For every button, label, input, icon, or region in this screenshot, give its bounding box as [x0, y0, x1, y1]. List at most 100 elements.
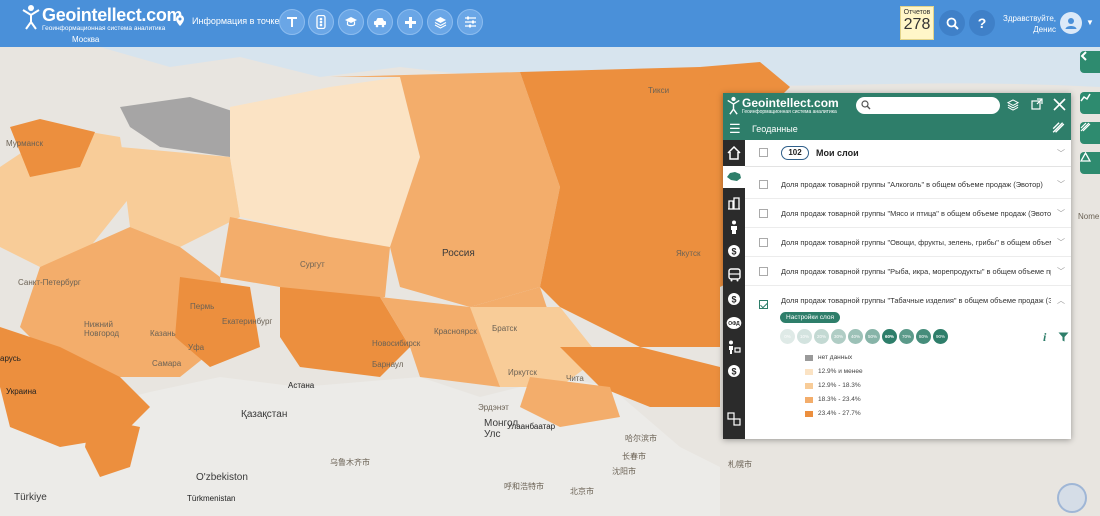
side-tab-triangle[interactable] — [1080, 152, 1100, 174]
my-layers-row[interactable]: 102 Мои слои ﹀ — [745, 140, 1071, 167]
chevron-down-icon[interactable]: ﹀ — [1057, 237, 1065, 248]
text-tool-button[interactable] — [279, 9, 305, 35]
text-tool-icon — [287, 17, 297, 27]
rail-ofd-icon[interactable]: ОФД — [726, 315, 742, 331]
layer-row[interactable]: Доля продаж товарной группы "Мясо и птиц… — [745, 199, 1071, 228]
search-button[interactable] — [939, 10, 965, 36]
opacity-step[interactable]: 40% — [848, 329, 863, 344]
map-label-krasnoyarsk: Красноярск — [434, 327, 477, 336]
layer-settings-button[interactable]: Настройки слоя — [780, 312, 840, 323]
layers-icon — [434, 16, 446, 29]
panel-popout-icon[interactable] — [1031, 98, 1043, 110]
trend-chart-icon — [1080, 93, 1091, 102]
legend-item: 12.9% и менее — [805, 367, 925, 378]
opacity-step[interactable]: 10% — [797, 329, 812, 344]
layer-row[interactable]: Доля продаж товарной группы "Алкоголь" в… — [745, 170, 1071, 199]
map-label-murmansk: Мурманск — [6, 139, 43, 148]
map-label-surgut: Сургут — [300, 260, 325, 269]
map-label-ekb: Екатеринбург — [222, 317, 273, 326]
legend-label: 23.4% - 27.7% — [818, 410, 861, 417]
layer-label: Доля продаж товарной группы "Мясо и птиц… — [781, 209, 1051, 218]
opacity-step[interactable]: 30% — [831, 329, 846, 344]
layers-button[interactable] — [427, 9, 453, 35]
education-button[interactable] — [338, 9, 364, 35]
opacity-step[interactable]: 90% — [933, 329, 948, 344]
my-layers-checkbox[interactable] — [759, 148, 768, 157]
layer-row-active[interactable]: Доля продаж товарной группы "Табачные из… — [745, 286, 1071, 315]
panel-layers-icon[interactable] — [1007, 98, 1019, 112]
rail-russia-map-icon[interactable] — [723, 166, 745, 188]
globe-icon[interactable] — [1057, 483, 1087, 513]
chevron-down-icon[interactable]: ﹀ — [1057, 179, 1065, 190]
stacked-layers-icon[interactable] — [1052, 121, 1065, 134]
rail-network-icon[interactable] — [726, 411, 742, 427]
traffic-button[interactable] — [308, 9, 334, 35]
map-label-harbin: 哈尔滨市 — [625, 434, 657, 443]
chevron-up-icon[interactable]: ︿ — [1057, 295, 1065, 306]
legend-item: 12.9% - 18.3% — [805, 381, 925, 392]
opacity-step[interactable]: 20% — [814, 329, 829, 344]
panel-search-input[interactable] — [856, 97, 1000, 114]
user-menu-chevron-icon[interactable]: ▼ — [1086, 18, 1094, 27]
rail-dollar-2-icon[interactable]: $ — [726, 291, 742, 307]
opacity-step-selected[interactable]: 60% — [882, 329, 897, 344]
opacity-step[interactable]: 0% — [780, 329, 795, 344]
opacity-step[interactable]: 80% — [916, 329, 931, 344]
rail-dollar-icon[interactable]: $ — [726, 243, 742, 259]
avatar[interactable] — [1060, 12, 1082, 34]
help-button[interactable]: ? — [969, 10, 995, 36]
rail-shopper-icon[interactable] — [726, 339, 742, 355]
pharmacy-button[interactable] — [397, 9, 423, 35]
rail-bus-icon[interactable] — [726, 267, 742, 283]
cars-button[interactable] — [367, 9, 393, 35]
rail-person-icon[interactable] — [726, 219, 742, 235]
cars-icon — [374, 18, 386, 28]
app-logo[interactable]: Geointellect.com Геоинформационная систе… — [22, 3, 183, 45]
side-tab-hatch[interactable] — [1080, 122, 1100, 144]
education-icon — [345, 17, 357, 27]
layer-checkbox[interactable] — [759, 180, 768, 189]
current-city[interactable]: Москва — [72, 35, 99, 44]
map-label-turkey: Türkiye — [14, 492, 47, 503]
side-tab-collapse[interactable] — [1080, 51, 1100, 73]
legend-swatch — [805, 383, 813, 389]
map-label-perm: Пермь — [190, 302, 215, 311]
panel-close-icon[interactable] — [1053, 98, 1066, 111]
user-greeting[interactable]: Здравствуйте, Денис — [1003, 13, 1056, 35]
rail-dollar-3-icon[interactable]: $ — [726, 363, 742, 379]
layer-row[interactable]: Доля продаж товарной группы "Рыба, икра,… — [745, 257, 1071, 286]
location-pin-icon — [176, 15, 184, 26]
layer-checkbox-checked[interactable] — [759, 300, 768, 309]
panel-search-icon — [861, 100, 871, 110]
map-label-beijing: 北京市 — [570, 487, 594, 496]
hamburger-menu-icon[interactable]: ☰ — [729, 122, 741, 135]
map-label-belarus: арусь — [0, 354, 21, 363]
layer-row[interactable]: Доля продаж товарной группы "Овощи, фрук… — [745, 228, 1071, 257]
chevron-down-icon[interactable]: ﹀ — [1057, 148, 1065, 159]
map-label-kazakhstan: Қазақстан — [241, 409, 288, 420]
reports-label: Отчетов — [903, 9, 931, 16]
chevron-left-icon — [1080, 51, 1087, 61]
panel-category-rail: $ $ ОФД $ — [723, 140, 745, 439]
chevron-down-icon[interactable]: ﹀ — [1057, 266, 1065, 277]
rail-buildings-icon[interactable] — [726, 195, 742, 211]
side-tab-analytics[interactable] — [1080, 92, 1100, 114]
panel-section-bar: ☰ Геоданные — [723, 118, 1071, 140]
layer-checkbox[interactable] — [759, 267, 768, 276]
rail-home-icon[interactable] — [726, 145, 742, 161]
map-label-sapporo: 札幌市 — [728, 460, 752, 469]
layer-checkbox[interactable] — [759, 209, 768, 218]
opacity-step[interactable]: 70% — [899, 329, 914, 344]
reports-counter[interactable]: Отчетов 278 — [900, 6, 934, 40]
layer-checkbox[interactable] — [759, 238, 768, 247]
legend-item: 18.3% - 23.4% — [805, 395, 925, 406]
info-icon[interactable]: i — [1043, 330, 1046, 345]
legend-swatch — [805, 397, 813, 403]
opacity-step[interactable]: 50% — [865, 329, 880, 344]
hatch-layers-icon — [1080, 122, 1091, 132]
settings-sliders-button[interactable] — [457, 9, 483, 35]
map-label-urumqi: 乌鲁木齐市 — [330, 458, 370, 467]
chevron-down-icon[interactable]: ﹀ — [1057, 208, 1065, 219]
filter-icon[interactable] — [1058, 332, 1069, 342]
layer-label: Доля продаж товарной группы "Алкоголь" в… — [781, 180, 1043, 189]
